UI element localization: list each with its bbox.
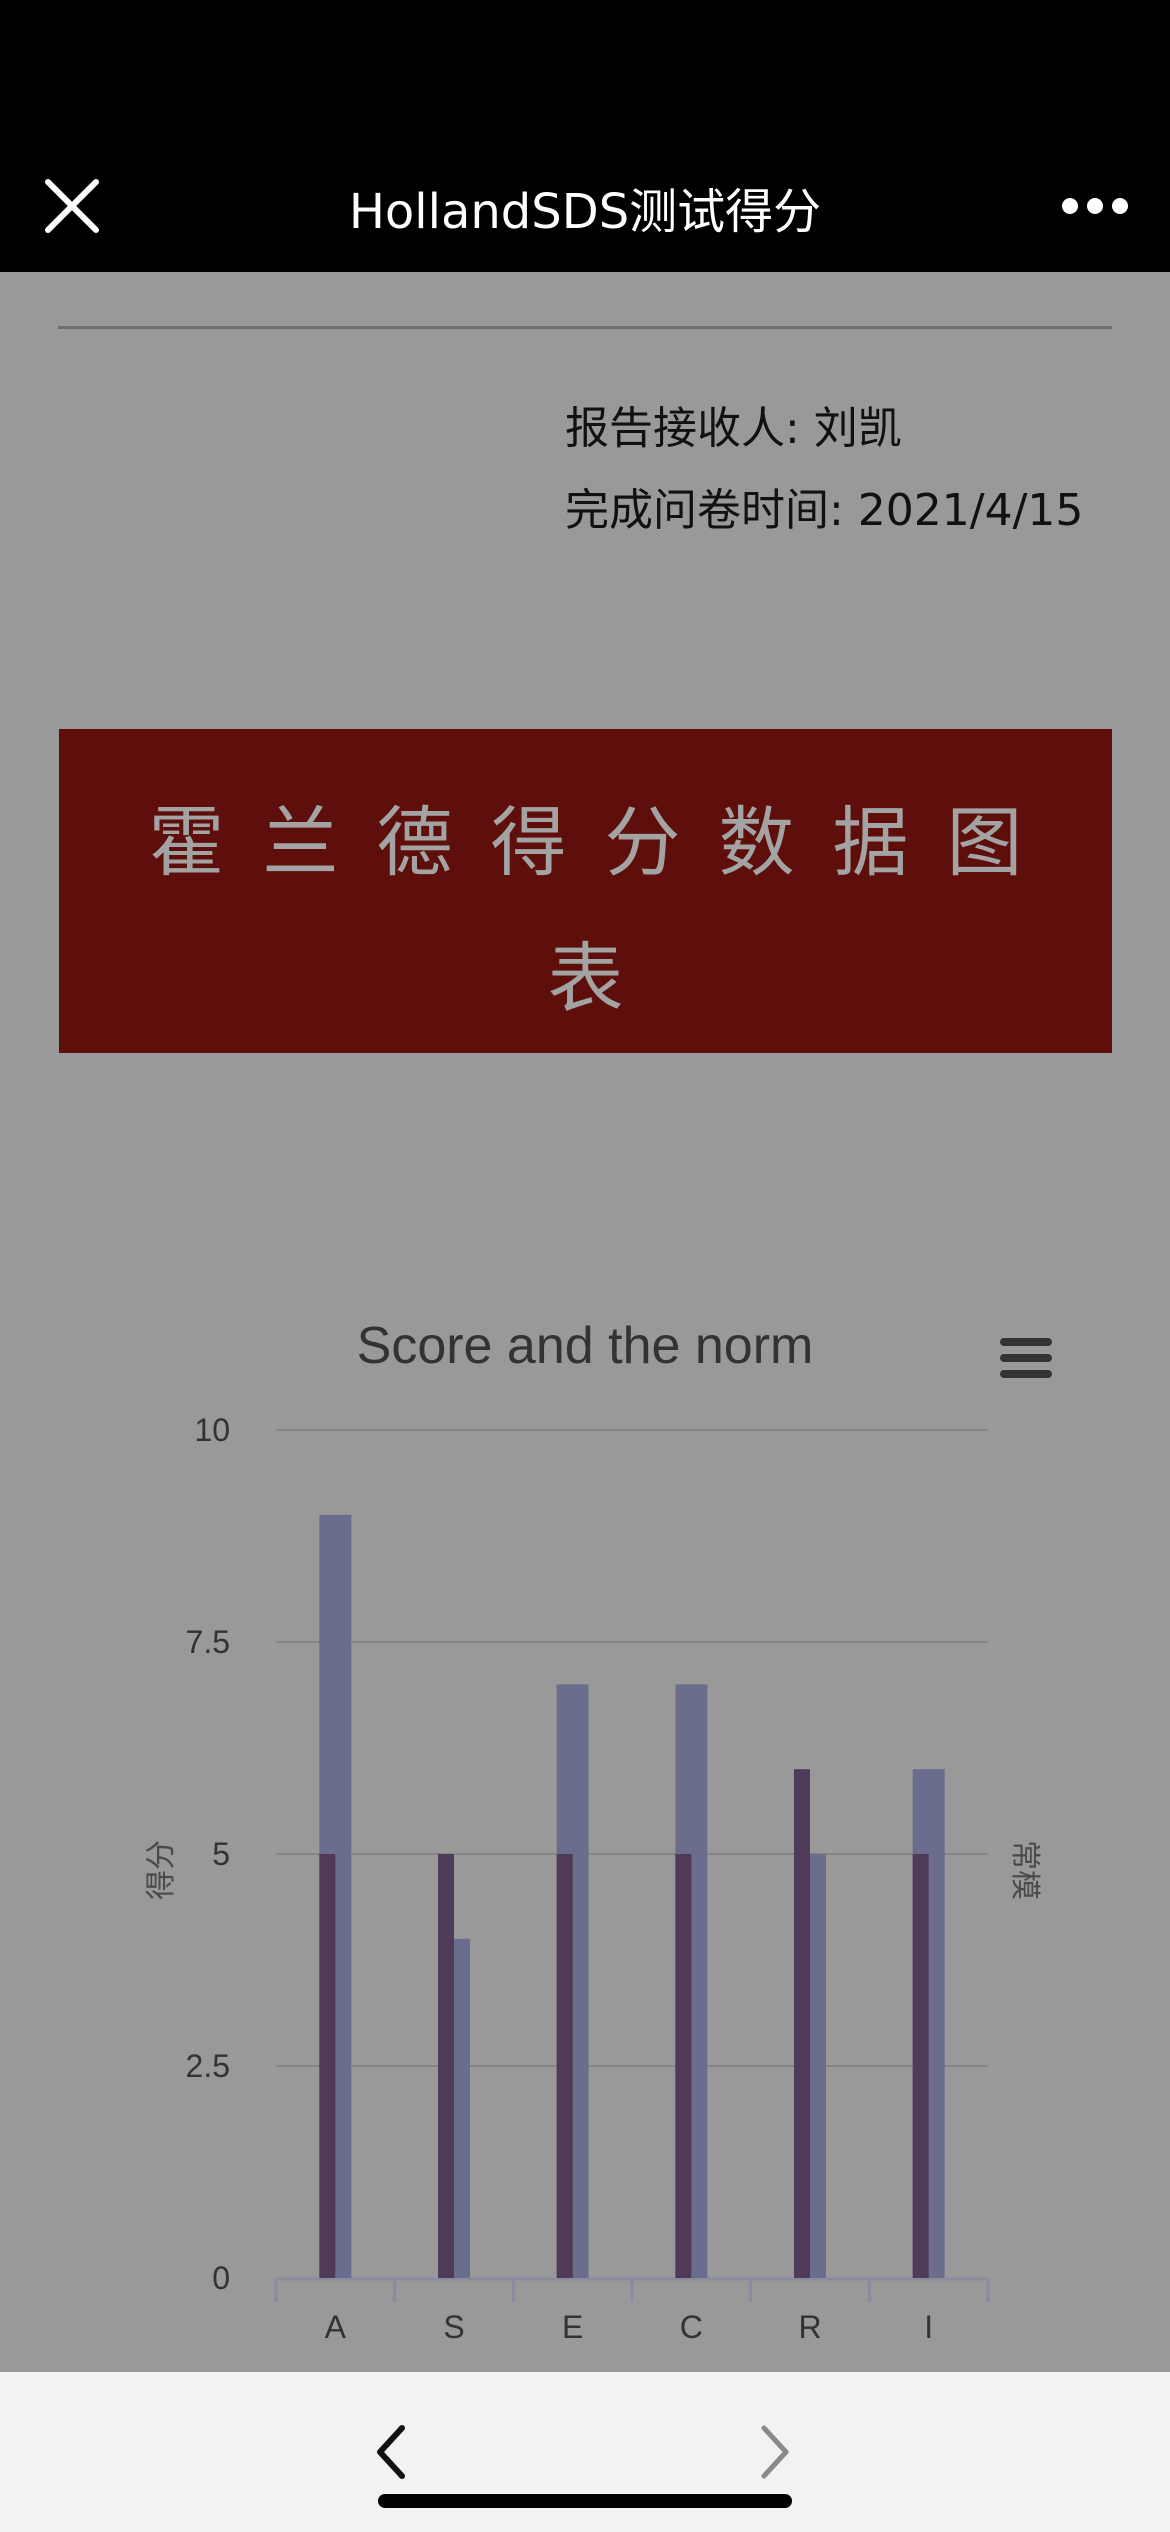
y-tick-label: 2.5 [186, 2048, 230, 2084]
y-tick-label: 10 [194, 1412, 230, 1448]
x-tick-label: I [924, 2309, 933, 2345]
bottom-bar [0, 2372, 1170, 2532]
x-tick-label: E [562, 2309, 583, 2345]
bar-norm [319, 1854, 336, 2278]
x-tick-label: S [443, 2309, 464, 2345]
bar-norm [556, 1854, 573, 2278]
y-tick-label: 5 [212, 1836, 230, 1872]
chevron-right-icon[interactable] [754, 2422, 794, 2482]
page-title: HollandSDS测试得分 [348, 184, 822, 240]
chart: Score and the norm 得分 常模 0 2.5 5 7.5 10 A S E C R… [0, 272, 1170, 2372]
y-tick-label: 0 [212, 2260, 230, 2296]
y-tick-label: 7.5 [186, 1624, 230, 1660]
x-tick-label: C [680, 2309, 703, 2345]
x-tick-label: R [798, 2309, 821, 2345]
top-bar: HollandSDS测试得分 [0, 0, 1170, 272]
bar-norm [438, 1854, 454, 2278]
chart-plot: 0 2.5 5 7.5 10 A S E C R I [186, 1412, 990, 2345]
bar-norm [675, 1854, 692, 2278]
more-icon[interactable] [1060, 196, 1130, 216]
x-tick-label: A [325, 2309, 347, 2345]
report-content: 报告接收人: 刘凯 完成问卷时间: 2021/4/15 霍兰德得分数据图 表 S… [0, 272, 1170, 2372]
bar-norm [912, 1854, 929, 2278]
home-indicator [378, 2494, 792, 2508]
chevron-left-icon[interactable] [372, 2422, 412, 2482]
bar-norm [794, 1769, 810, 2278]
